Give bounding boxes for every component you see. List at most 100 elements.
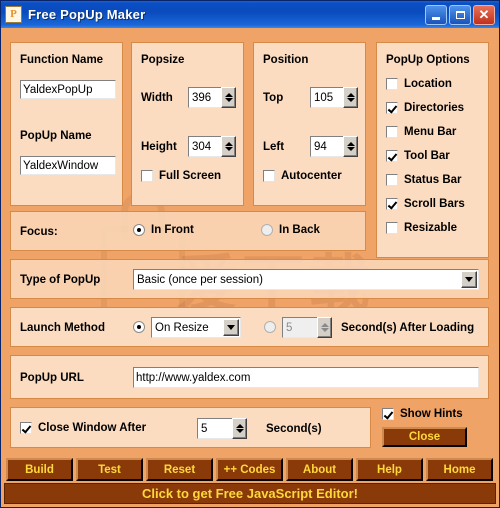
option-directories[interactable]: Directories	[386, 102, 464, 114]
promo-banner[interactable]: Click to get Free JavaScript Editor!	[4, 483, 496, 504]
top-spinner[interactable]: 105	[310, 87, 358, 108]
left-spinner[interactable]: 94	[310, 136, 358, 157]
arrow-up-icon[interactable]	[346, 93, 355, 97]
build-button[interactable]: Build	[6, 458, 73, 481]
type-of-popup-label: Type of PopUp	[20, 274, 101, 286]
height-label: Height	[141, 141, 177, 153]
chevron-down-icon[interactable]	[461, 271, 477, 288]
close-window-after-checkbox[interactable]: Close Window After	[20, 422, 146, 434]
close-icon: ✕	[478, 6, 490, 22]
autocenter-checkbox[interactable]: Autocenter	[263, 170, 342, 182]
arrow-down-icon[interactable]	[346, 147, 355, 151]
checkbox-box[interactable]	[386, 174, 398, 186]
popup-url-input[interactable]: http://www.yaldex.com	[133, 367, 479, 388]
checkbox-box[interactable]	[382, 408, 394, 420]
close-button[interactable]: Close	[382, 427, 467, 447]
height-spinner[interactable]: 304	[188, 136, 236, 157]
option-scroll-bars[interactable]: Scroll Bars	[386, 198, 465, 210]
show-hints-checkbox[interactable]: Show Hints	[382, 408, 463, 420]
launch-on-event-radio[interactable]	[133, 321, 151, 333]
close-seconds-value[interactable]: 5	[197, 418, 232, 439]
left-value[interactable]: 94	[310, 136, 343, 157]
close-window-button[interactable]: ✕	[473, 4, 495, 25]
width-value[interactable]: 396	[188, 87, 221, 108]
type-of-popup-combo[interactable]: Basic (once per session)	[133, 269, 479, 290]
popup-name-input[interactable]: YaldexWindow	[20, 156, 116, 175]
codes-button[interactable]: ++ Codes	[216, 458, 283, 481]
type-of-popup-panel: Type of PopUp Basic (once per session)	[10, 259, 489, 299]
width-spinner[interactable]: 396	[188, 87, 236, 108]
radio-circle[interactable]	[264, 321, 276, 333]
arrow-up-icon[interactable]	[320, 323, 329, 327]
checkbox-box[interactable]	[386, 150, 398, 162]
top-label: Top	[263, 92, 284, 104]
test-button[interactable]: Test	[76, 458, 143, 481]
close-seconds-suffix: Second(s)	[266, 423, 322, 435]
top-value[interactable]: 105	[310, 87, 343, 108]
delay-seconds-spinner[interactable]: 5	[282, 317, 332, 338]
focus-panel: Focus: In Front In Back	[10, 211, 366, 251]
fullscreen-checkbox[interactable]: Full Screen	[141, 170, 221, 182]
checkbox-box[interactable]	[141, 170, 153, 182]
option-label: Menu Bar	[404, 126, 457, 138]
arrow-up-icon[interactable]	[224, 142, 233, 146]
home-button[interactable]: Home	[426, 458, 493, 481]
arrow-down-icon[interactable]	[320, 328, 329, 332]
checkbox-box[interactable]	[386, 102, 398, 114]
checkbox-box[interactable]	[386, 222, 398, 234]
launch-method-combo[interactable]: On Resize	[151, 317, 241, 338]
minimize-button[interactable]	[425, 4, 447, 25]
close-spinner-buttons[interactable]	[232, 418, 247, 439]
minimize-icon	[432, 16, 440, 20]
position-panel: Position Top 105 Left 94 Autocenter	[253, 42, 366, 206]
in-front-label: In Front	[151, 224, 194, 236]
width-spinner-buttons[interactable]	[221, 87, 236, 108]
arrow-down-icon[interactable]	[224, 98, 233, 102]
checkbox-box[interactable]	[20, 422, 32, 434]
checkbox-box[interactable]	[386, 126, 398, 138]
radio-circle[interactable]	[261, 224, 273, 236]
application-window: P Free PopUp Maker ✕ 爱下载 anxz.com Functi…	[0, 0, 500, 508]
arrow-up-icon[interactable]	[224, 93, 233, 97]
option-tool-bar[interactable]: Tool Bar	[386, 150, 450, 162]
radio-circle[interactable]	[133, 224, 145, 236]
left-label: Left	[263, 141, 285, 153]
option-menu-bar[interactable]: Menu Bar	[386, 126, 456, 138]
focus-in-front-radio[interactable]: In Front	[133, 224, 194, 236]
fullscreen-label: Full Screen	[159, 170, 221, 182]
arrow-up-icon[interactable]	[346, 142, 355, 146]
type-of-popup-value[interactable]: Basic (once per session)	[134, 274, 460, 286]
maximize-icon	[455, 10, 465, 19]
maximize-button[interactable]	[449, 4, 471, 25]
top-spinner-buttons[interactable]	[343, 87, 358, 108]
reset-button[interactable]: Reset	[146, 458, 213, 481]
height-spinner-buttons[interactable]	[221, 136, 236, 157]
option-location[interactable]: Location	[386, 78, 452, 90]
focus-in-back-radio[interactable]: In Back	[261, 224, 320, 236]
delay-spinner-buttons[interactable]	[317, 317, 332, 338]
delay-seconds-value[interactable]: 5	[282, 317, 317, 338]
radio-circle[interactable]	[133, 321, 145, 333]
help-button[interactable]: Help	[356, 458, 423, 481]
function-name-input[interactable]: YaldexPopUp	[20, 80, 116, 99]
option-status-bar[interactable]: Status Bar	[386, 174, 462, 186]
checkbox-box[interactable]	[386, 198, 398, 210]
arrow-up-icon[interactable]	[235, 424, 244, 428]
option-label: Resizable	[404, 222, 458, 234]
close-window-after-label: Close Window After	[38, 422, 147, 434]
height-value[interactable]: 304	[188, 136, 221, 157]
arrow-down-icon[interactable]	[346, 98, 355, 102]
function-name-panel: Function Name YaldexPopUp PopUp Name Yal…	[10, 42, 123, 206]
chevron-down-icon[interactable]	[223, 319, 239, 336]
close-seconds-spinner[interactable]: 5	[197, 418, 247, 439]
option-resizable[interactable]: Resizable	[386, 222, 457, 234]
left-spinner-buttons[interactable]	[343, 136, 358, 157]
launch-after-delay-radio[interactable]	[264, 321, 282, 333]
checkbox-box[interactable]	[386, 78, 398, 90]
launch-method-value[interactable]: On Resize	[152, 322, 222, 334]
arrow-down-icon[interactable]	[224, 147, 233, 151]
app-p-icon: P	[5, 6, 22, 23]
checkbox-box[interactable]	[263, 170, 275, 182]
about-button[interactable]: About	[286, 458, 353, 481]
arrow-down-icon[interactable]	[235, 429, 244, 433]
